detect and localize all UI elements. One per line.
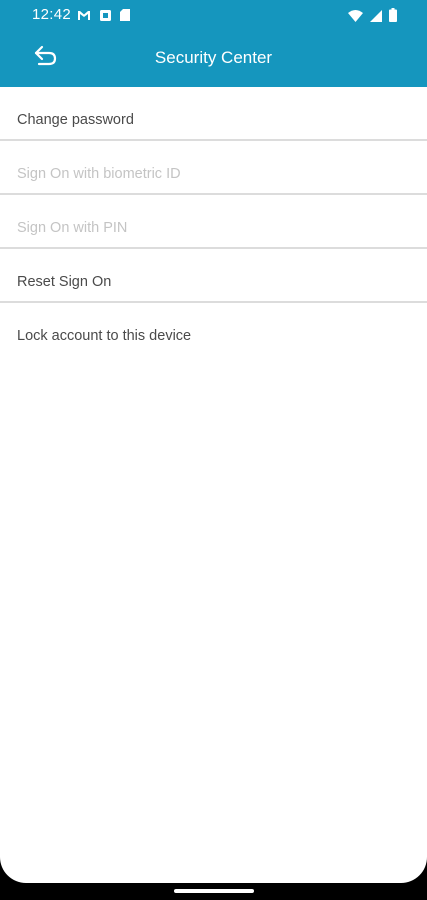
security-menu-list: Change password Sign On with biometric I… [0,87,427,355]
cellular-signal-icon [370,9,382,27]
status-time: 12:42 [32,6,72,23]
menu-item-label: Sign On with PIN [17,220,128,236]
menu-item-change-password[interactable]: Change password [0,87,427,141]
menu-item-label: Sign On with biometric ID [17,166,181,182]
menu-item-reset-sign-on[interactable]: Reset Sign On [0,249,427,303]
page-title: Security Center [154,48,273,67]
wifi-icon [348,9,363,27]
menu-item-lock-account[interactable]: Lock account to this device [0,303,427,355]
menu-item-label: Lock account to this device [17,328,192,344]
menu-item-label: Change password [17,112,134,128]
battery-icon [389,8,397,27]
menu-item-pin-sign-on[interactable]: Sign On with PIN [0,195,427,249]
status-bar: 12:42 [0,0,427,30]
menu-item-biometric-sign-on[interactable]: Sign On with biometric ID [0,141,427,195]
sim-card-icon [120,8,130,26]
home-indicator[interactable] [174,889,254,893]
status-icons-left [77,8,130,26]
app-bar: Security Center [0,30,427,87]
menu-item-label: Reset Sign On [17,274,112,290]
notification-square-icon [100,8,111,26]
app-screen: 12:42 Security Center Change password Si… [0,0,427,883]
status-icons-right [348,8,397,27]
gmail-icon [77,8,91,26]
